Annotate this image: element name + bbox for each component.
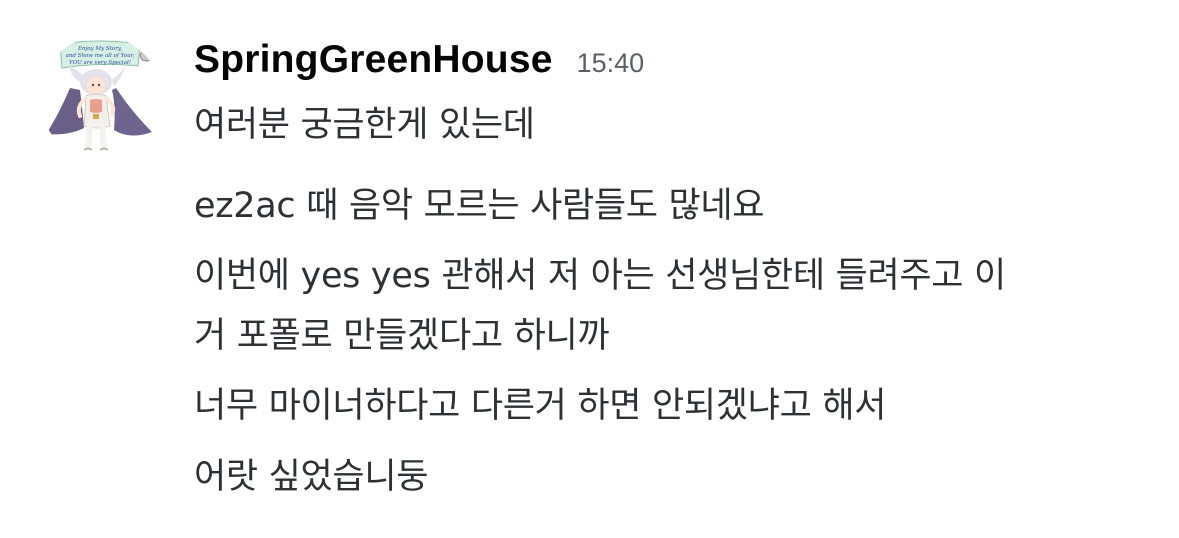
message-line: 거 포폴로 만들겠다고 하니까 <box>194 316 610 356</box>
avatar[interactable]: Enjoy My Story, and Show me all of Your,… <box>40 36 162 160</box>
timestamp[interactable]: 15:40 <box>577 48 645 79</box>
message-line: 너무 마이너하다고 다른거 하면 안되겠냐고 해서 <box>194 386 887 426</box>
avatar-banner-line-1: Enjoy My Story, <box>77 46 122 52</box>
chat-message: Enjoy My Story, and Show me all of Your,… <box>0 0 1179 538</box>
username[interactable]: SpringGreenHouse <box>194 38 553 82</box>
message-line: 이번에 yes yes 관해서 저 아는 선생님한테 들려주고 이 <box>194 256 1006 296</box>
avatar-banner-line-3: YOU are very Special! <box>69 60 131 66</box>
message-line: 어랏 싶었습니둥 <box>194 457 429 497</box>
anime-character-avatar-icon: Enjoy My Story, and Show me all of Your,… <box>40 36 162 160</box>
message-header: SpringGreenHouse 15:40 <box>194 38 644 88</box>
avatar-banner-line-2: and Show me all of Your, <box>66 53 135 59</box>
message-line: 여러분 궁금한게 있는데 <box>194 105 535 145</box>
message-line: ez2ac 때 음악 모르는 사람들도 많네요 <box>194 186 765 226</box>
